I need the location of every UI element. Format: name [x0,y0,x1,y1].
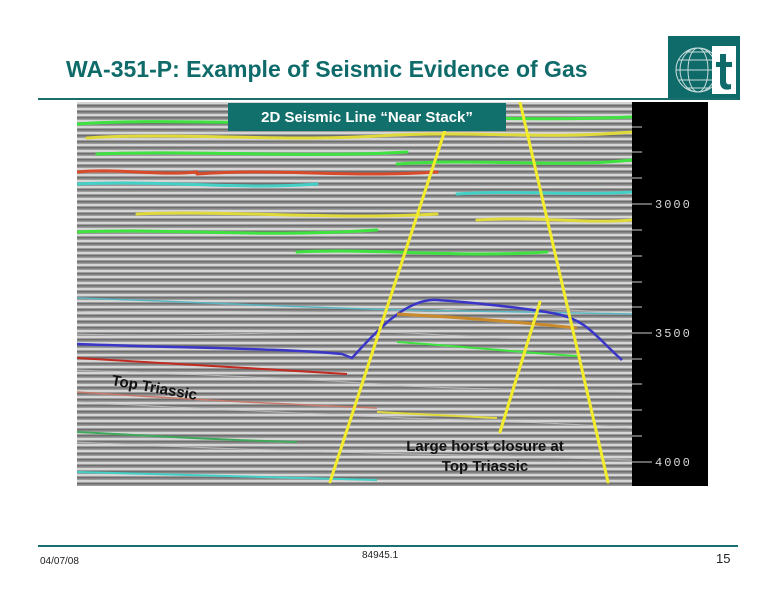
footer-document-code: 84945.1 [362,550,399,561]
slide-title: WA-351-P: Example of Seismic Evidence of… [66,56,588,82]
page-number: 15 [716,551,731,566]
time-label-4000: 4000 [655,456,692,470]
time-label-3000: 3000 [655,198,692,212]
footer-date: 04/07/08 [40,556,79,567]
seismic-line-label: 2D Seismic Line “Near Stack” [228,103,506,131]
annotation-horst-line1: Large horst closure at [406,438,564,455]
globe-logo-icon [668,36,740,100]
header-divider [38,98,738,100]
time-label-3500: 3500 [655,327,692,341]
time-scale-panel [632,102,708,486]
company-logo [668,36,740,100]
footer-divider [38,545,738,547]
seismic-section-image: 3000 3500 4000 Top Triassic Large horst … [77,102,708,486]
annotation-horst-line2: Top Triassic [442,458,528,475]
